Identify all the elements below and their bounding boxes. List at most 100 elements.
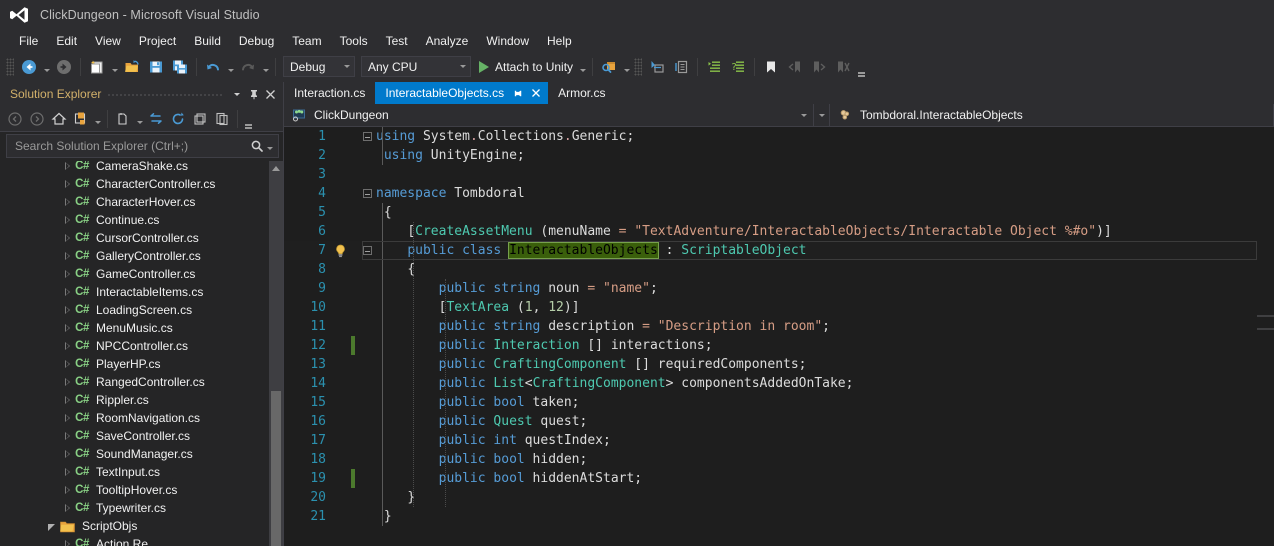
expander-collapsed-icon[interactable] xyxy=(60,233,74,243)
code-line[interactable]: 6 [CreateAssetMenu (menuName = "TextAdve… xyxy=(284,222,1257,241)
indent-icon[interactable] xyxy=(703,56,725,78)
type-dropdown[interactable]: Tombdoral.InteractableObjects xyxy=(830,104,1274,126)
tree-item[interactable]: C# SaveController.cs xyxy=(0,427,269,445)
save-all-icon[interactable] xyxy=(169,56,191,78)
undo-icon[interactable] xyxy=(202,56,224,78)
tree-item[interactable]: C# SoundManager.cs xyxy=(0,445,269,463)
menu-team[interactable]: Team xyxy=(283,32,330,50)
properties-icon[interactable] xyxy=(211,108,233,130)
code-line[interactable]: 7 public class InteractableObjects : Scr… xyxy=(284,241,1257,260)
close-icon[interactable] xyxy=(528,85,544,101)
tree-item[interactable]: C# Rippler.cs xyxy=(0,391,269,409)
tree-item[interactable]: C# CursorController.cs xyxy=(0,229,269,247)
editor-vertical-scrollbar[interactable] xyxy=(1257,127,1274,546)
code-line[interactable]: 5 { xyxy=(284,203,1257,222)
menu-project[interactable]: Project xyxy=(130,32,185,50)
code-line[interactable]: 4 namespace Tombdoral xyxy=(284,184,1257,203)
attach-dropdown-icon[interactable] xyxy=(577,56,588,78)
menu-view[interactable]: View xyxy=(86,32,130,50)
chevron-down-icon[interactable] xyxy=(228,84,245,104)
document-outline-icon[interactable] xyxy=(670,56,692,78)
menu-edit[interactable]: Edit xyxy=(47,32,86,50)
tree-item[interactable]: C# NPCController.cs xyxy=(0,337,269,355)
code-line[interactable]: 18 public bool hidden; xyxy=(284,450,1257,469)
previous-bookmark-icon[interactable] xyxy=(784,56,806,78)
expander-collapsed-icon[interactable] xyxy=(60,251,74,261)
redo-icon[interactable] xyxy=(237,56,259,78)
expander-collapsed-icon[interactable] xyxy=(60,161,74,171)
tab-interactableobjects-cs[interactable]: InteractableObjects.cs xyxy=(375,82,549,104)
pin-icon[interactable] xyxy=(245,84,262,104)
menu-debug[interactable]: Debug xyxy=(230,32,283,50)
tree-item[interactable]: C# Continue.cs xyxy=(0,211,269,229)
solution-tree-scrollbar[interactable] xyxy=(269,161,283,546)
code-line[interactable]: 2 using UnityEngine; xyxy=(284,146,1257,165)
navigate-back-dropdown-icon[interactable] xyxy=(41,56,52,78)
tree-item[interactable]: C# MenuMusic.cs xyxy=(0,319,269,337)
expander-collapsed-icon[interactable] xyxy=(60,359,74,369)
tree-item[interactable]: C# GalleryController.cs xyxy=(0,247,269,265)
pending-changes-icon[interactable] xyxy=(70,108,92,130)
tree-item[interactable]: C# LoadingScreen.cs xyxy=(0,301,269,319)
back-icon[interactable] xyxy=(4,108,26,130)
tree-item[interactable]: C# InteractableItems.cs xyxy=(0,283,269,301)
pending-changes-dropdown-icon[interactable] xyxy=(92,108,103,130)
expander-collapsed-icon[interactable] xyxy=(60,197,74,207)
expander-collapsed-icon[interactable] xyxy=(60,215,74,225)
expander-collapsed-icon[interactable] xyxy=(60,413,74,423)
next-bookmark-icon[interactable] xyxy=(808,56,830,78)
menu-test[interactable]: Test xyxy=(377,32,417,50)
clear-bookmarks-icon[interactable] xyxy=(832,56,854,78)
forward-icon[interactable] xyxy=(26,108,48,130)
toolbar-overflow-icon[interactable] xyxy=(855,56,867,78)
tree-item[interactable]: C# TextInput.cs xyxy=(0,463,269,481)
home-icon[interactable] xyxy=(48,108,70,130)
search-input[interactable] xyxy=(13,138,250,154)
tree-item[interactable]: C# RoomNavigation.cs xyxy=(0,409,269,427)
find-in-files-icon[interactable] xyxy=(598,56,620,78)
expander-collapsed-icon[interactable] xyxy=(60,485,74,495)
code-line[interactable]: 20 } xyxy=(284,488,1257,507)
collapse-all-icon[interactable] xyxy=(189,108,211,130)
code-line[interactable]: 3 xyxy=(284,165,1257,184)
tree-item[interactable]: C# Typewriter.cs xyxy=(0,499,269,517)
toolbar-overflow-icon[interactable] xyxy=(242,108,254,130)
chevron-down-icon[interactable] xyxy=(264,138,275,154)
code-line[interactable]: 12 public Interaction [] interactions; xyxy=(284,336,1257,355)
code-line[interactable]: 13 public CraftingComponent [] requiredC… xyxy=(284,355,1257,374)
expander-collapsed-icon[interactable] xyxy=(60,467,74,477)
find-dropdown-icon[interactable] xyxy=(621,56,632,78)
comment-icon[interactable]: ? xyxy=(727,56,749,78)
tree-item[interactable]: C# PlayerHP.cs xyxy=(0,355,269,373)
tab-armor-cs[interactable]: Armor.cs xyxy=(548,82,616,104)
collapse-region-icon[interactable] xyxy=(358,132,376,141)
expander-collapsed-icon[interactable] xyxy=(60,431,74,441)
menu-tools[interactable]: Tools xyxy=(331,32,377,50)
tree-item[interactable]: C# Action.Re xyxy=(0,535,269,546)
close-icon[interactable] xyxy=(262,84,279,104)
expander-collapsed-icon[interactable] xyxy=(60,377,74,387)
expander-collapsed-icon[interactable] xyxy=(60,539,74,546)
menu-window[interactable]: Window xyxy=(477,32,538,50)
navigate-forward-icon[interactable] xyxy=(53,56,75,78)
menu-help[interactable]: Help xyxy=(538,32,581,50)
tree-item[interactable]: C# RangedController.cs xyxy=(0,373,269,391)
expander-collapsed-icon[interactable] xyxy=(60,503,74,513)
pin-icon[interactable] xyxy=(511,85,526,101)
code-line[interactable]: 21 } xyxy=(284,507,1257,526)
sync-with-active-document-icon[interactable] xyxy=(145,108,167,130)
tree-item[interactable]: C# CameraShake.cs xyxy=(0,161,269,175)
code-lines[interactable]: 1 using System.Collections.Generic; 2 usin… xyxy=(284,127,1257,546)
expander-collapsed-icon[interactable] xyxy=(60,449,74,459)
refresh-icon[interactable] xyxy=(167,108,189,130)
project-dropdown[interactable]: ClickDungeon xyxy=(284,104,814,126)
chevron-down-icon[interactable] xyxy=(797,114,811,117)
expander-expanded-icon[interactable] xyxy=(44,522,58,531)
expander-collapsed-icon[interactable] xyxy=(60,395,74,405)
toolbar-grip[interactable] xyxy=(634,57,643,76)
solution-configuration-combo[interactable]: Debug xyxy=(283,56,355,77)
expander-collapsed-icon[interactable] xyxy=(60,179,74,189)
show-all-files-dropdown-icon[interactable] xyxy=(134,108,145,130)
tree-item[interactable]: C# TooltipHover.cs xyxy=(0,481,269,499)
code-line[interactable]: 9 public string noun = "name"; xyxy=(284,279,1257,298)
